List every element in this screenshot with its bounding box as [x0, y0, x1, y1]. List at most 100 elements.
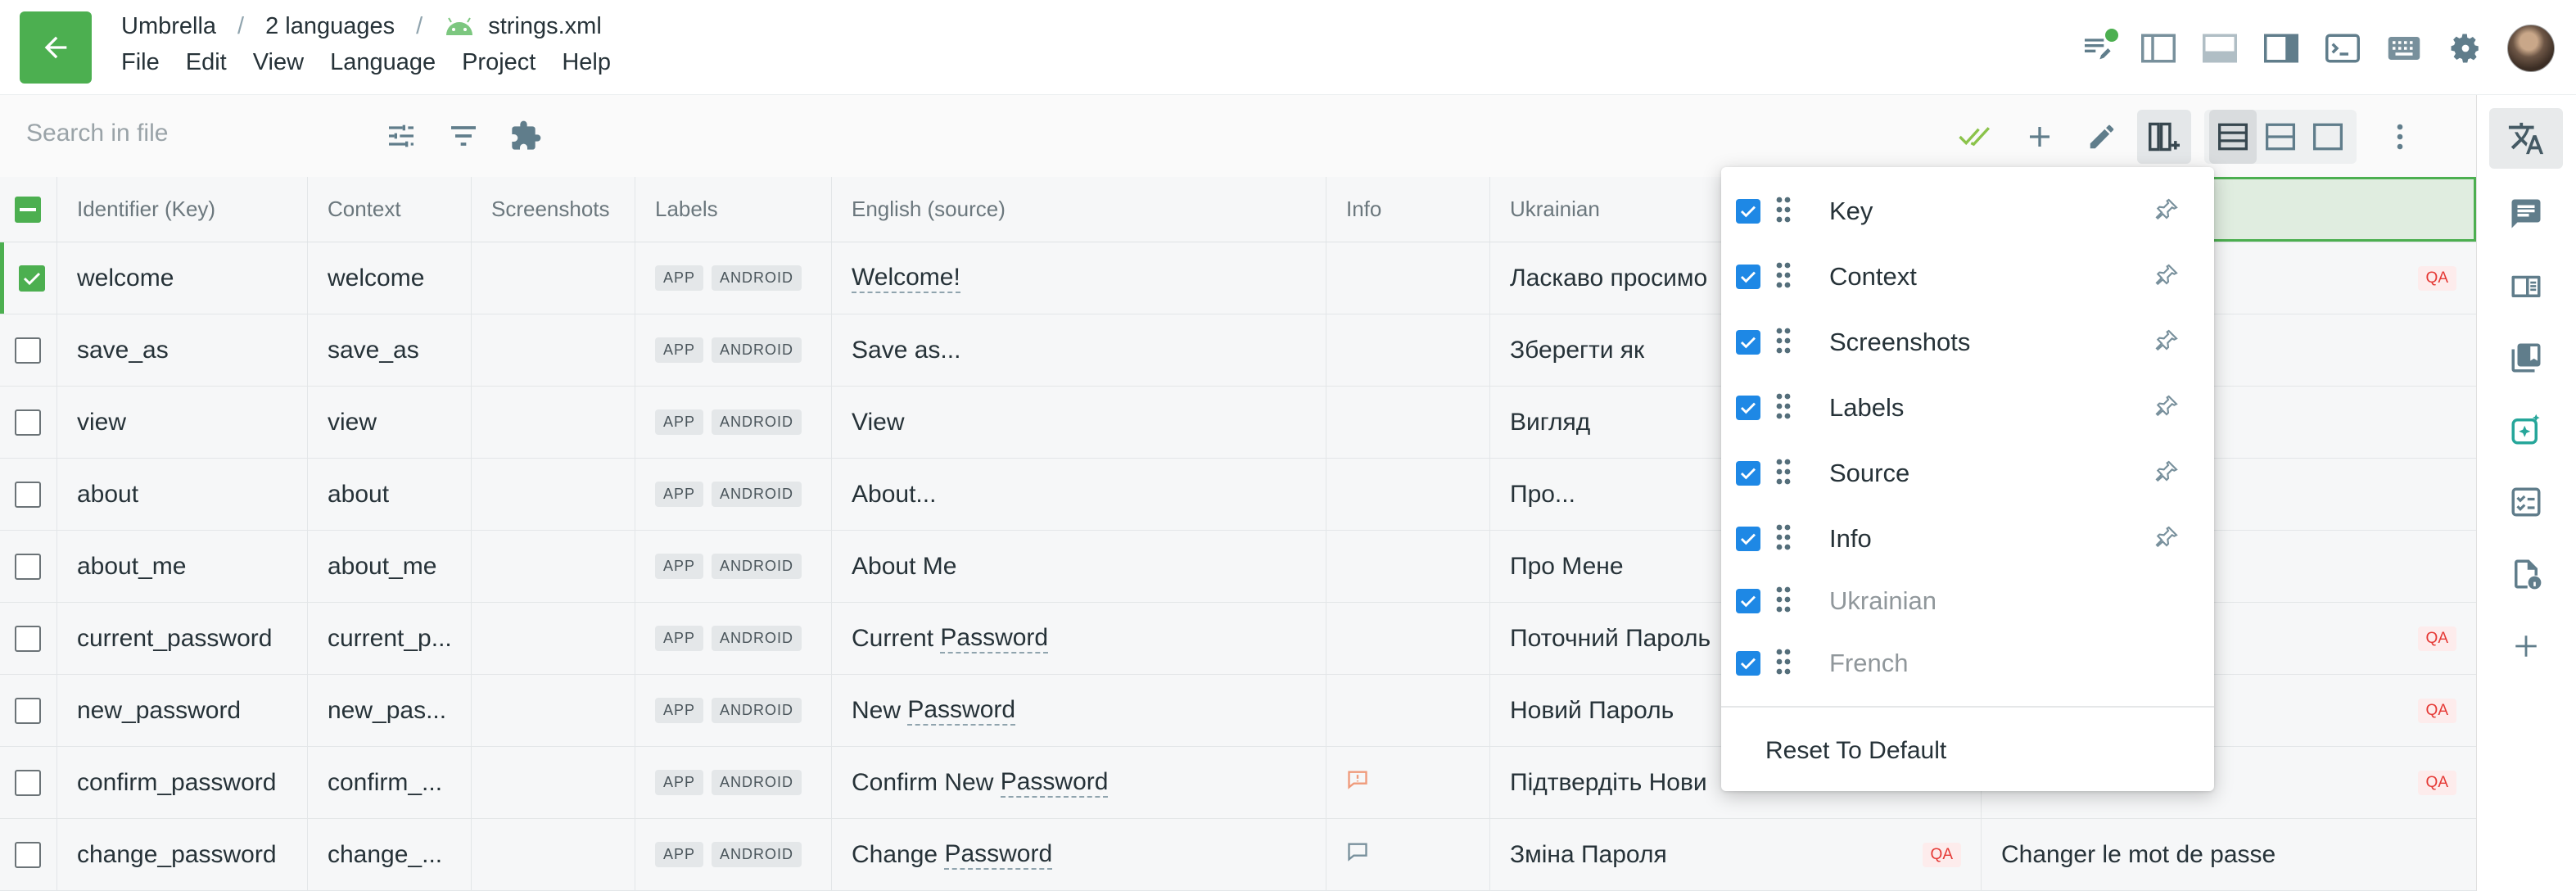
menu-edit[interactable]: Edit — [186, 49, 227, 76]
screenshots-cell[interactable] — [472, 603, 635, 674]
column-header-info[interactable]: Info — [1326, 177, 1490, 242]
plugin-puzzle-icon[interactable] — [506, 116, 545, 156]
ukrainian-translation-cell[interactable]: Зміна Пароля QA — [1490, 819, 1982, 890]
add-icon[interactable] — [2013, 110, 2067, 164]
labels-cell[interactable]: APP ANDROID — [635, 531, 832, 602]
french-translation-cell[interactable]: Changer le mot de passe — [1982, 819, 2476, 890]
info-cell[interactable] — [1326, 819, 1490, 890]
source-cell[interactable]: Change Password — [832, 819, 1326, 890]
glossary-term[interactable]: Welcome! — [852, 264, 960, 293]
breadcrumb-project[interactable]: Umbrella — [121, 13, 216, 40]
menu-project[interactable]: Project — [462, 49, 536, 76]
context-cell[interactable]: about_me — [308, 531, 472, 602]
pin-icon[interactable] — [2153, 197, 2180, 227]
column-menu-item[interactable]: Context — [1721, 244, 2214, 310]
key-cell[interactable]: save_as — [57, 314, 308, 386]
row-checkbox[interactable] — [15, 553, 41, 580]
key-cell[interactable]: about_me — [57, 531, 308, 602]
source-cell[interactable]: Current Password — [832, 603, 1326, 674]
glossary-term[interactable]: Password — [944, 840, 1053, 870]
row-checkbox[interactable] — [15, 337, 41, 364]
context-cell[interactable]: current_p... — [308, 603, 472, 674]
row-checkbox[interactable] — [15, 409, 41, 436]
menu-view[interactable]: View — [253, 49, 304, 76]
drag-handle-icon[interactable] — [1775, 586, 1792, 617]
back-button[interactable] — [20, 11, 92, 84]
reset-to-default-button[interactable]: Reset To Default — [1765, 737, 1946, 765]
table-row[interactable]: change_password change_... APP ANDROID Ch… — [0, 819, 2476, 891]
labels-cell[interactable]: APP ANDROID — [635, 242, 832, 314]
drag-handle-icon[interactable] — [1775, 262, 1792, 292]
filter-icon[interactable] — [444, 116, 483, 156]
column-header-key[interactable]: Identifier (Key) — [57, 177, 308, 242]
context-cell[interactable]: welcome — [308, 242, 472, 314]
bottom-panel-toggle-icon[interactable] — [2200, 29, 2239, 68]
column-visibility-checkbox[interactable] — [1736, 199, 1760, 224]
key-cell[interactable]: change_password — [57, 819, 308, 890]
context-cell[interactable]: confirm_... — [308, 747, 472, 818]
qa-badge[interactable]: QA — [1922, 842, 1961, 867]
source-cell[interactable]: View — [832, 387, 1326, 458]
key-cell[interactable]: about — [57, 459, 308, 530]
comment-alert-icon[interactable] — [1346, 769, 1369, 797]
key-cell[interactable]: current_password — [57, 603, 308, 674]
column-menu-item[interactable]: Ukrainian — [1721, 568, 2214, 634]
context-cell[interactable]: about — [308, 459, 472, 530]
source-cell[interactable]: Welcome! — [832, 242, 1326, 314]
breadcrumb-file[interactable]: strings.xml — [488, 13, 602, 40]
screenshots-cell[interactable] — [472, 747, 635, 818]
pin-icon[interactable] — [2153, 524, 2180, 554]
qa-badge[interactable]: QA — [2417, 265, 2456, 291]
row-checkbox[interactable] — [19, 265, 45, 292]
column-visibility-checkbox[interactable] — [1736, 396, 1760, 420]
drag-handle-icon[interactable] — [1775, 328, 1792, 358]
column-visibility-checkbox[interactable] — [1736, 265, 1760, 289]
labels-cell[interactable]: APP ANDROID — [635, 675, 832, 746]
glossary-term[interactable]: Password — [1000, 768, 1109, 798]
column-visibility-checkbox[interactable] — [1736, 589, 1760, 613]
column-visibility-checkbox[interactable] — [1736, 651, 1760, 676]
screenshots-cell[interactable] — [472, 675, 635, 746]
menu-help[interactable]: Help — [562, 49, 611, 76]
pin-icon[interactable] — [2153, 328, 2180, 358]
info-cell[interactable] — [1326, 603, 1490, 674]
screenshots-cell[interactable] — [472, 314, 635, 386]
menu-file[interactable]: File — [121, 49, 160, 76]
view-list-icon[interactable] — [2209, 110, 2257, 164]
screenshots-cell[interactable] — [472, 387, 635, 458]
pin-icon[interactable] — [2153, 393, 2180, 423]
key-cell[interactable]: view — [57, 387, 308, 458]
column-header-context[interactable]: Context — [308, 177, 472, 242]
keyboard-icon[interactable] — [2384, 29, 2424, 68]
qa-checklist-icon[interactable] — [2504, 480, 2548, 524]
source-cell[interactable]: About... — [832, 459, 1326, 530]
tune-sliders-icon[interactable] — [382, 116, 421, 156]
source-cell[interactable]: Confirm New Password — [832, 747, 1326, 818]
labels-cell[interactable]: APP ANDROID — [635, 459, 832, 530]
row-checkbox[interactable] — [15, 769, 41, 796]
key-cell[interactable]: new_password — [57, 675, 308, 746]
column-menu-item[interactable]: Source — [1721, 441, 2214, 506]
source-cell[interactable]: New Password — [832, 675, 1326, 746]
info-cell[interactable] — [1326, 242, 1490, 314]
translate-icon[interactable] — [2489, 108, 2563, 169]
labels-cell[interactable]: APP ANDROID — [635, 603, 832, 674]
column-menu-item[interactable]: Screenshots — [1721, 310, 2214, 375]
edit-pencil-icon[interactable] — [2075, 110, 2129, 164]
double-check-icon[interactable] — [1950, 110, 2004, 164]
screenshots-cell[interactable] — [472, 531, 635, 602]
ai-assistant-icon[interactable] — [2504, 408, 2548, 452]
screenshots-cell[interactable] — [472, 242, 635, 314]
view-single-icon[interactable] — [2304, 110, 2352, 164]
row-checkbox[interactable] — [15, 697, 41, 724]
glossary-book-icon[interactable] — [2504, 264, 2548, 308]
settings-gear-icon[interactable] — [2446, 29, 2485, 68]
select-all-checkbox[interactable] — [15, 196, 41, 223]
breadcrumb-languages[interactable]: 2 languages — [265, 13, 395, 40]
key-cell[interactable]: welcome — [57, 242, 308, 314]
row-checkbox[interactable] — [15, 481, 41, 508]
column-header-labels[interactable]: Labels — [635, 177, 832, 242]
terminal-icon[interactable] — [2323, 29, 2362, 68]
pin-icon[interactable] — [2153, 459, 2180, 489]
file-info-icon[interactable] — [2504, 552, 2548, 596]
